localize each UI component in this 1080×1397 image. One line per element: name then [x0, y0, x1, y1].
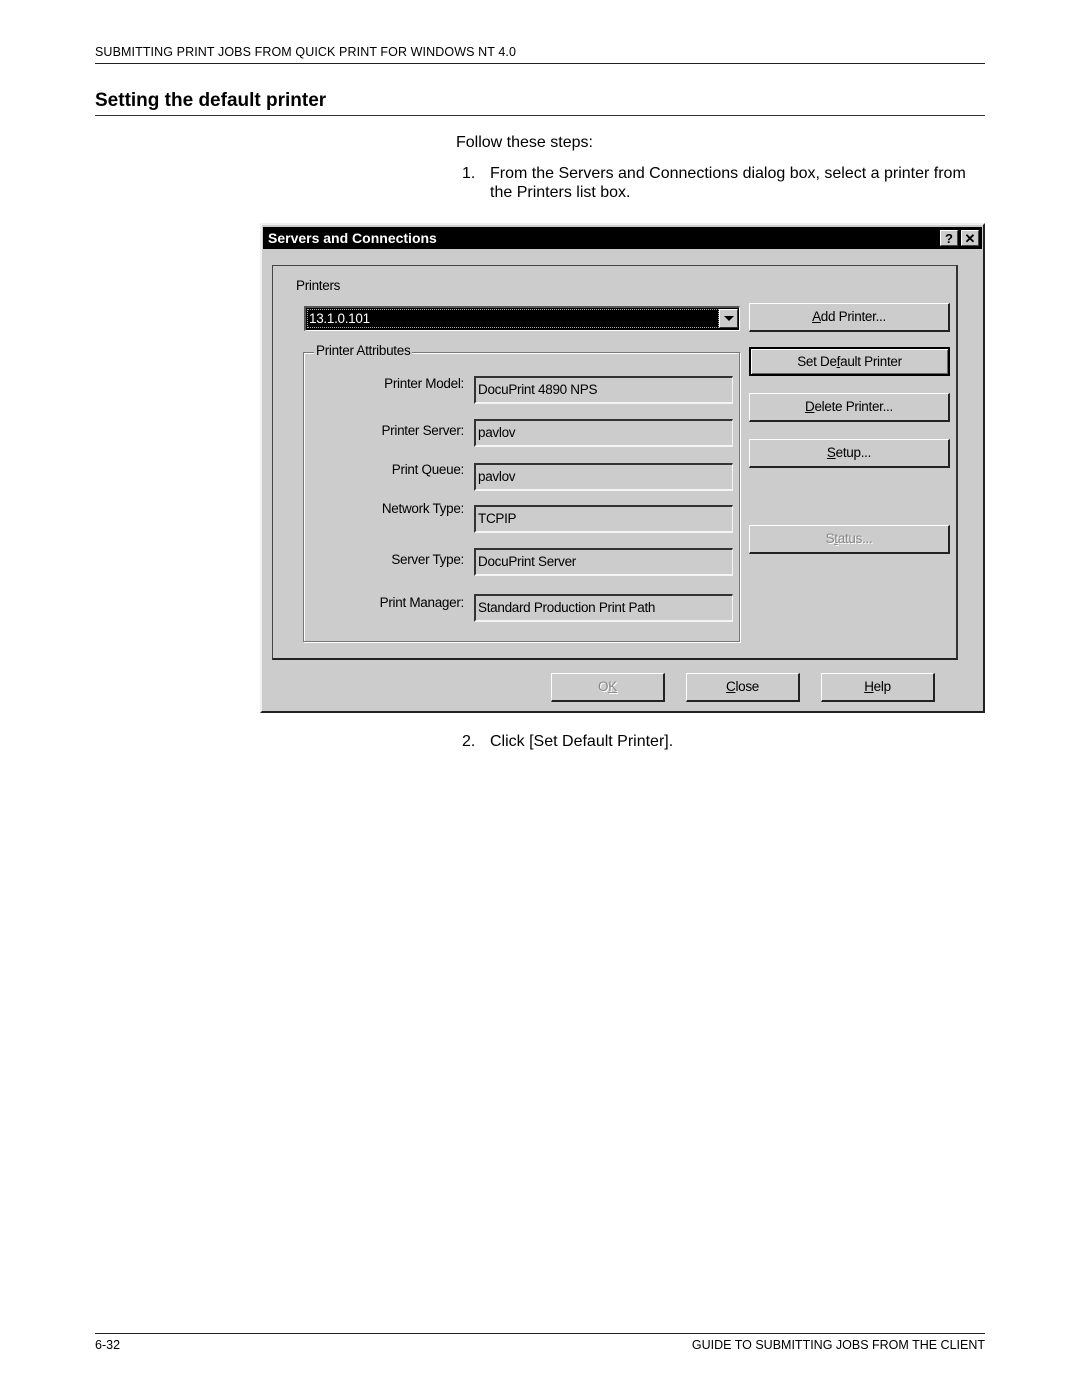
server-type-field: DocuPrint Server [474, 548, 733, 576]
servers-and-connections-dialog: Servers and Connections ? ✕ Printers 13.… [260, 223, 985, 713]
chevron-down-icon[interactable] [719, 309, 738, 328]
step-number: 1. [462, 165, 476, 182]
delete-printer-button[interactable]: Delete Printer... [749, 393, 950, 422]
footer-divider [95, 1333, 985, 1334]
status-button[interactable]: Status... [749, 525, 950, 554]
printers-selected-value[interactable]: 13.1.0.101 [307, 309, 719, 328]
step-text: From the Servers and Connections dialog … [490, 165, 966, 201]
printers-label: Printers [296, 278, 341, 293]
help-button[interactable]: Help [821, 673, 935, 702]
printer-attributes-label: Printer Attributes [314, 343, 413, 358]
section-title: Setting the default printer [95, 90, 985, 116]
help-icon[interactable]: ? [940, 230, 958, 246]
print-queue-label: Print Queue: [391, 462, 465, 477]
close-button[interactable]: Close [686, 673, 800, 702]
server-type-label: Server Type: [391, 552, 464, 567]
intro-text: Follow these steps: [456, 134, 593, 151]
print-manager-label: Print Manager: [379, 595, 465, 610]
add-printer-button[interactable]: Add Printer... [749, 303, 950, 332]
step-2: 2. Click [Set Default Printer]. [462, 732, 982, 751]
print-queue-field: pavlov [474, 463, 733, 491]
print-manager-field: Standard Production Print Path [474, 594, 733, 622]
set-default-printer-button[interactable]: Set Default Printer [749, 347, 950, 376]
network-type-label: Network Type: [381, 501, 464, 516]
printer-model-label: Printer Model: [384, 376, 464, 391]
ok-button[interactable]: OK [551, 673, 665, 702]
printers-dropdown[interactable]: 13.1.0.101 [304, 306, 740, 331]
page-number: 6-32 [95, 1338, 121, 1352]
setup-button[interactable]: Setup... [749, 439, 950, 468]
close-icon[interactable]: ✕ [961, 230, 979, 246]
dialog-titlebar[interactable]: Servers and Connections ? ✕ [263, 227, 982, 249]
printer-server-label: Printer Server: [381, 423, 464, 438]
printer-server-field: pavlov [474, 419, 733, 447]
step-number: 2. [462, 733, 476, 750]
step-text: Click [Set Default Printer]. [490, 733, 674, 750]
network-type-field: TCPIP [474, 505, 733, 533]
running-header: SUBMITTING PRINT JOBS FROM QUICK PRINT F… [95, 45, 985, 64]
footer-guide-title: GUIDE TO SUBMITTING JOBS FROM THE CLIENT [691, 1338, 985, 1352]
dialog-title: Servers and Connections [268, 230, 437, 246]
printer-model-field: DocuPrint 4890 NPS [474, 376, 733, 404]
step-1: 1. From the Servers and Connections dial… [462, 164, 982, 202]
